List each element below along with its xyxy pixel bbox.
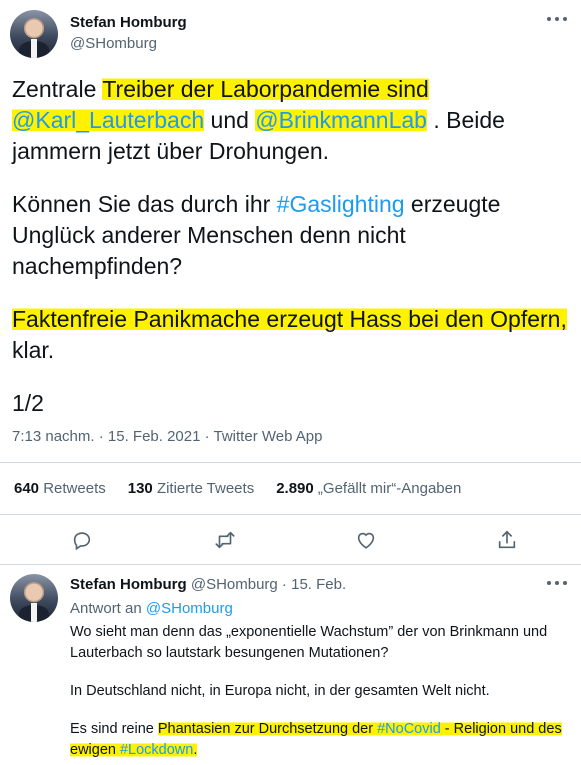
likes-label: „Gefällt mir“-Angaben [317, 480, 462, 497]
tweet-stats: 640 Retweets 130 Zitierte Tweets 2.890 „… [14, 480, 461, 497]
retweet-icon[interactable] [211, 526, 239, 554]
likes-stat[interactable]: 2.890 „Gefällt mir“-Angaben [276, 480, 461, 497]
quotes-label: Zitierte Tweets [156, 480, 255, 497]
retweets-stat[interactable]: 640 Retweets [14, 480, 106, 497]
retweets-count: 640 [14, 480, 40, 497]
action-bar [0, 526, 581, 556]
reply-paragraph-3: Es sind reine Phantasien zur Durchsetzun… [70, 719, 575, 761]
highlighted-text: Faktenfreie Panikmache erzeugt Hass bei … [12, 306, 567, 332]
tweet-text-segment: Können Sie das durch ihr [12, 191, 277, 217]
replying-to: Antwort an @SHomburg [70, 600, 233, 617]
reply-text: Wo sieht man denn das „exponentielle Wac… [70, 622, 575, 761]
reply-paragraph-1: Wo sieht man denn das „exponentielle Wac… [70, 624, 548, 661]
tweet-text-segment: klar. [12, 337, 55, 363]
author-name[interactable]: Stefan Homburg [70, 14, 187, 31]
tweet-timestamp[interactable]: 7:13 nachm. · 15. Feb. 2021 · Twitter We… [12, 428, 322, 445]
hashtag-gaslighting[interactable]: #Gaslighting [277, 191, 405, 217]
divider [0, 564, 581, 565]
tweet-paragraph-2: Können Sie das durch ihr #Gaslighting er… [12, 189, 572, 282]
reply-paragraph-2: In Deutschland nicht, in Europa nicht, i… [70, 683, 490, 699]
author-avatar[interactable] [10, 10, 58, 58]
reply-author-avatar[interactable] [10, 574, 58, 622]
reply-text-segment: . [193, 742, 198, 758]
replying-to-handle[interactable]: @SHomburg [146, 600, 233, 617]
highlighted-text: Treiber der Laborpandemie sind [102, 76, 429, 102]
tweet-paragraph-3: Faktenfreie Panikmache erzeugt Hass bei … [12, 304, 572, 366]
reply-more-options-icon[interactable] [547, 578, 567, 588]
reply-header: Stefan Homburg @SHomburg · 15. Feb. [70, 576, 346, 593]
hashtag-lockdown[interactable]: #Lockdown [120, 742, 193, 758]
reply-icon[interactable] [68, 526, 96, 554]
highlighted-text: Phantasien zur Durchsetzung der [157, 721, 378, 737]
quotes-count: 130 [127, 480, 153, 497]
quotes-stat[interactable]: 130 Zitierte Tweets [128, 480, 254, 497]
divider [0, 514, 581, 515]
tweet-paragraph-1: Zentrale Treiber der Laborpandemie sind … [12, 74, 572, 167]
divider [0, 462, 581, 463]
tweet-text-segment: und [204, 107, 256, 133]
share-icon[interactable] [493, 526, 521, 554]
mention-brinkmannlab[interactable]: @BrinkmannLab [255, 107, 427, 133]
mention-karl-lauterbach[interactable]: @Karl_Lauterbach [12, 107, 204, 133]
tweet-text: Zentrale Treiber der Laborpandemie sind … [12, 74, 572, 419]
replying-label: Antwort an [70, 600, 146, 617]
tweet-paragraph-4: 1/2 [12, 390, 44, 416]
hashtag-nocovid[interactable]: #NoCovid [377, 721, 441, 737]
author-handle[interactable]: @SHomburg [70, 35, 157, 52]
retweets-label: Retweets [43, 480, 106, 497]
likes-count: 2.890 [276, 480, 314, 497]
reply-author-name[interactable]: Stefan Homburg [70, 576, 187, 593]
more-options-icon[interactable] [547, 14, 567, 24]
reply-handle-date[interactable]: @SHomburg · 15. Feb. [191, 576, 346, 593]
like-icon[interactable] [352, 526, 380, 554]
reply-text-segment: Es sind reine [70, 721, 158, 737]
tweet-text-segment: Zentrale [12, 76, 103, 102]
